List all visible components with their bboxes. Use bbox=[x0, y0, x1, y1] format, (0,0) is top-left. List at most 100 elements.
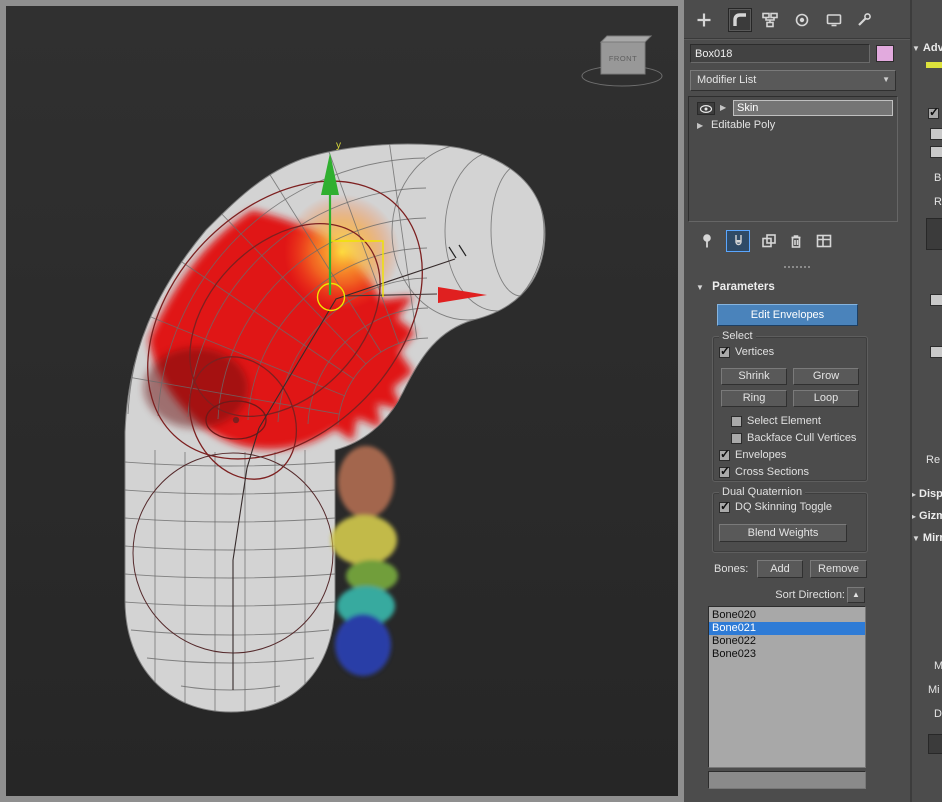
visibility-toggle[interactable] bbox=[697, 102, 715, 115]
tab-hierarchy[interactable] bbox=[758, 8, 782, 32]
clipped-field[interactable] bbox=[926, 218, 942, 250]
shrink-button[interactable]: Shrink bbox=[721, 368, 787, 385]
loop-button[interactable]: Loop bbox=[793, 390, 859, 407]
hierarchy-icon bbox=[762, 12, 778, 28]
ring-button[interactable]: Ring bbox=[721, 390, 787, 407]
select-group-label: Select bbox=[719, 330, 756, 342]
rollout-arrow-icon: ▸ bbox=[912, 512, 916, 521]
rollout-arrow-icon: ▸ bbox=[912, 490, 916, 499]
gizmo-y-label: y bbox=[336, 140, 341, 151]
rollout-advanced-header[interactable]: ▼Adv bbox=[912, 42, 942, 54]
object-name-input[interactable] bbox=[690, 44, 870, 63]
bone-list-item[interactable]: Bone022 bbox=[709, 635, 865, 648]
clipped-label: Mi bbox=[928, 684, 940, 696]
expand-arrow-icon[interactable]: ▶ bbox=[697, 121, 703, 130]
tab-display[interactable] bbox=[822, 8, 846, 32]
tab-modify[interactable] bbox=[728, 8, 752, 32]
make-unique-button[interactable] bbox=[757, 230, 781, 252]
clipped-label: R bbox=[934, 196, 942, 208]
weight-blobs bbox=[331, 446, 398, 676]
configure-sets-icon bbox=[816, 233, 832, 249]
bone-list-scrollbar[interactable] bbox=[708, 771, 866, 789]
tab-motion[interactable] bbox=[790, 8, 814, 32]
dual-quaternion-group: Dual Quaternion DQ Skinning Toggle Blend… bbox=[712, 492, 868, 553]
duplicate-icon bbox=[761, 233, 777, 249]
show-end-result-button[interactable] bbox=[726, 230, 750, 252]
edit-envelopes-button[interactable]: Edit Envelopes bbox=[717, 304, 858, 326]
rollout-gizmos-header[interactable]: ▸Gizm bbox=[912, 510, 942, 522]
modifier-stack[interactable]: ▶ Skin ▶ Editable Poly bbox=[688, 96, 898, 222]
blend-weights-button[interactable]: Blend Weights bbox=[719, 524, 847, 542]
viewport-scene: y FRONT bbox=[6, 6, 678, 796]
clipped-field[interactable] bbox=[928, 734, 942, 754]
eye-icon bbox=[699, 104, 713, 114]
object-color-swatch[interactable] bbox=[876, 45, 894, 62]
app-window: y FRONT bbox=[0, 0, 942, 802]
rollout-arrow-icon: ▼ bbox=[912, 44, 920, 53]
backface-cull-label: Backface Cull Vertices bbox=[747, 432, 856, 444]
stack-item-skin-label[interactable]: Skin bbox=[733, 100, 893, 116]
rollout-mirror-header[interactable]: ▼Mirr bbox=[912, 532, 942, 544]
rollout-display-header[interactable]: ▸Disp bbox=[912, 488, 942, 500]
remove-bone-button[interactable]: Remove bbox=[810, 560, 867, 578]
bone-list-item[interactable]: Bone020 bbox=[709, 609, 865, 622]
viewcube[interactable]: FRONT bbox=[582, 36, 662, 86]
dq-skinning-checkbox[interactable] bbox=[719, 502, 730, 513]
clipped-spinner-field[interactable] bbox=[930, 346, 942, 358]
viewport-3d[interactable]: y FRONT bbox=[6, 6, 678, 796]
create-icon bbox=[696, 12, 712, 28]
cross-sections-checkbox[interactable] bbox=[719, 467, 730, 478]
chevron-down-icon: ▼ bbox=[882, 75, 890, 84]
envelopes-label: Envelopes bbox=[735, 449, 786, 461]
bones-label: Bones: bbox=[714, 563, 748, 575]
dual-quaternion-label: Dual Quaternion bbox=[719, 486, 805, 498]
clipped-label: D bbox=[934, 708, 942, 720]
configure-modifier-sets-button[interactable] bbox=[812, 230, 836, 252]
highlight-bar bbox=[926, 62, 942, 68]
stack-item-editable-poly[interactable]: ▶ Editable Poly bbox=[689, 118, 897, 135]
remove-modifier-button[interactable] bbox=[784, 230, 808, 252]
rollout-advanced-label: Adv bbox=[923, 42, 942, 54]
stack-item-skin[interactable]: ▶ Skin bbox=[689, 100, 897, 117]
trash-icon bbox=[788, 233, 804, 249]
select-element-label: Select Element bbox=[747, 415, 821, 427]
clipped-spinner-field[interactable] bbox=[930, 146, 942, 158]
select-element-checkbox[interactable] bbox=[731, 416, 742, 427]
add-bone-button[interactable]: Add bbox=[757, 560, 803, 578]
dq-skinning-label: DQ Skinning Toggle bbox=[735, 501, 832, 513]
envelopes-checkbox[interactable] bbox=[719, 450, 730, 461]
tab-utilities[interactable] bbox=[852, 8, 876, 32]
rollout-gizmos-label: Gizm bbox=[919, 510, 942, 522]
rollout-parameters-header[interactable]: ▼ Parameters bbox=[696, 281, 775, 293]
tab-create[interactable] bbox=[692, 8, 716, 32]
bone-list-item[interactable]: Bone021 bbox=[709, 622, 865, 635]
rollout-display-label: Disp bbox=[919, 488, 942, 500]
bone-list[interactable]: Bone020Bone021Bone022Bone023 bbox=[708, 606, 866, 768]
sort-direction-button[interactable]: ▲ bbox=[847, 587, 865, 603]
secondary-panel-column: ▼Adv B R Re ▸Disp ▸Gizm ▼Mirr M Mi D bbox=[910, 0, 942, 802]
grow-button[interactable]: Grow bbox=[793, 368, 859, 385]
pin-icon bbox=[699, 233, 715, 249]
clipped-spinner-field[interactable] bbox=[930, 128, 942, 140]
vertices-checkbox[interactable] bbox=[719, 347, 730, 358]
pin-stack-button[interactable] bbox=[695, 230, 719, 252]
clipped-checkbox[interactable] bbox=[928, 108, 939, 119]
clipped-spinner-field[interactable] bbox=[930, 294, 942, 306]
modifier-list-dropdown[interactable]: Modifier List ▼ bbox=[690, 70, 896, 91]
command-panel: Modifier List ▼ ▶ Skin ▶ Editable Poly bbox=[684, 0, 910, 802]
viewcube-front-label: FRONT bbox=[609, 54, 637, 63]
bone-list-item[interactable]: Bone023 bbox=[709, 648, 865, 661]
display-icon bbox=[826, 12, 842, 28]
utilities-icon bbox=[856, 12, 872, 28]
expand-arrow-icon[interactable]: ▶ bbox=[720, 103, 726, 112]
panel-drag-grip[interactable] bbox=[784, 266, 810, 268]
sort-up-icon: ▲ bbox=[852, 590, 860, 599]
clipped-label: Re bbox=[926, 454, 940, 466]
motion-icon bbox=[794, 12, 810, 28]
backface-cull-checkbox[interactable] bbox=[731, 433, 742, 444]
rollout-mirror-label: Mirr bbox=[923, 532, 942, 544]
toolbar-separator-highlight bbox=[684, 39, 910, 40]
stack-item-editable-poly-label: Editable Poly bbox=[711, 119, 775, 131]
vertices-label: Vertices bbox=[735, 346, 774, 358]
sort-direction-label: Sort Direction: bbox=[714, 589, 845, 601]
